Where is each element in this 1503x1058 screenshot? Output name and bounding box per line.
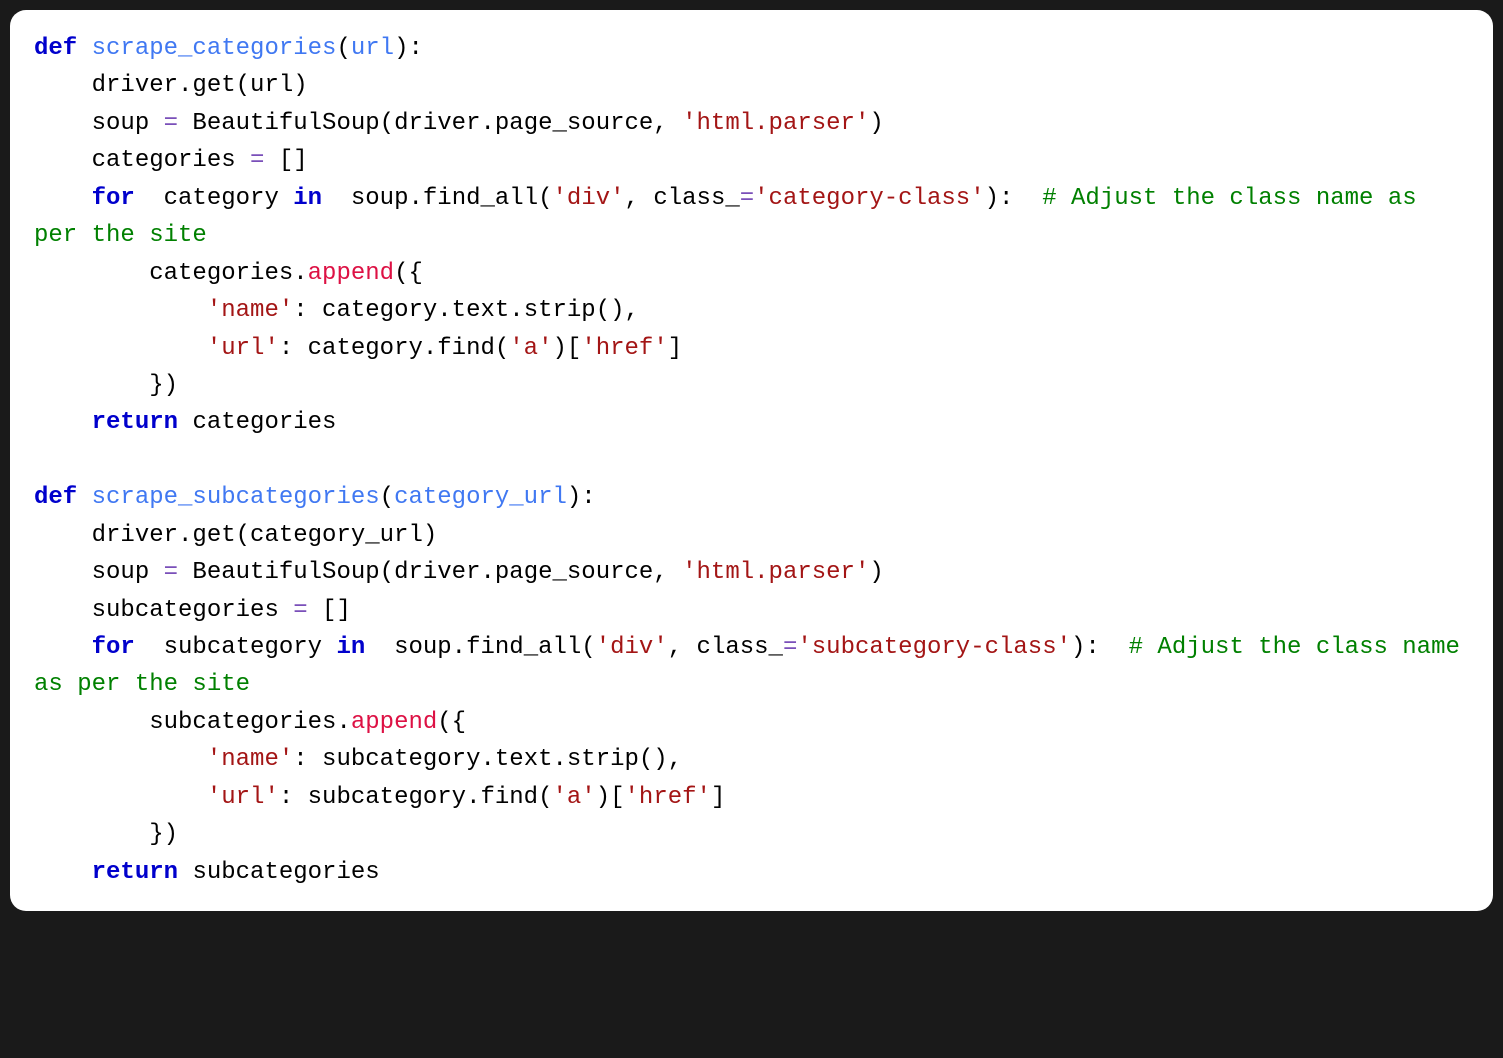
operator: =: [250, 147, 264, 174]
string: 'href': [625, 784, 711, 811]
code-text: category: [149, 185, 293, 212]
keyword-in: in: [293, 185, 336, 212]
code-text: soup.find_all(: [336, 185, 552, 212]
method-append: append: [351, 709, 437, 736]
code-text: ({: [437, 709, 466, 736]
string: 'html.parser': [682, 110, 869, 137]
string-key: 'name': [207, 746, 293, 773]
string-key: 'name': [207, 297, 293, 324]
indent: [34, 859, 92, 886]
function-name: scrape_subcategories: [92, 484, 380, 511]
code-text: ):: [985, 185, 1043, 212]
string: 'a': [509, 335, 552, 362]
keyword-return: return: [92, 409, 193, 436]
string: 'category-class': [754, 185, 984, 212]
indent: [34, 784, 207, 811]
indent: [34, 409, 92, 436]
code-text: BeautifulSoup(driver.page_source,: [178, 559, 682, 586]
code-text: ]: [711, 784, 725, 811]
code-text: : subcategory.text.strip(),: [293, 746, 682, 773]
operator: =: [740, 185, 754, 212]
keyword-in: in: [336, 634, 379, 661]
function-name: scrape_categories: [92, 35, 337, 62]
keyword-return: return: [92, 859, 193, 886]
code-text: BeautifulSoup(driver.page_source,: [178, 110, 682, 137]
keyword-for: for: [92, 185, 150, 212]
parameter: category_url: [394, 484, 567, 511]
code-text: []: [264, 147, 307, 174]
code-text: subcategories.: [34, 709, 351, 736]
code-text: ]: [668, 335, 682, 362]
code-text: , class_: [625, 185, 740, 212]
keyword-for: for: [92, 634, 150, 661]
code-text: )[: [596, 784, 625, 811]
code-text: , class_: [668, 634, 783, 661]
string: 'a': [553, 784, 596, 811]
keyword-def: def: [34, 484, 92, 511]
operator: =: [164, 110, 178, 137]
code-text: ):: [1071, 634, 1129, 661]
python-code: def scrape_categories(url): driver.get(u…: [34, 30, 1469, 891]
code-text: soup.find_all(: [380, 634, 596, 661]
code-text: subcategories: [34, 597, 293, 624]
code-text: : subcategory.find(: [279, 784, 553, 811]
paren-colon: ):: [394, 35, 423, 62]
indent: [34, 746, 207, 773]
code-text: subcategory: [149, 634, 336, 661]
paren: (: [380, 484, 394, 511]
code-text: categories.: [34, 260, 308, 287]
paren-colon: ):: [567, 484, 596, 511]
code-text: soup: [34, 559, 164, 586]
paren: ): [869, 110, 883, 137]
indent: [34, 185, 92, 212]
code-block: def scrape_categories(url): driver.get(u…: [10, 10, 1493, 911]
operator: =: [293, 597, 307, 624]
code-text: []: [308, 597, 351, 624]
code-text: )[: [553, 335, 582, 362]
paren: ): [869, 559, 883, 586]
code-text: }): [34, 821, 178, 848]
parameter: url: [351, 35, 394, 62]
code-text: : category.find(: [279, 335, 509, 362]
indent: [34, 297, 207, 324]
code-text: : category.text.strip(),: [293, 297, 639, 324]
code-text: }): [34, 372, 178, 399]
code-line: driver.get(category_url): [34, 522, 437, 549]
operator: =: [164, 559, 178, 586]
code-text: subcategories: [192, 859, 379, 886]
indent: [34, 634, 92, 661]
string: 'href': [581, 335, 667, 362]
keyword-def: def: [34, 35, 92, 62]
indent: [34, 335, 207, 362]
operator: =: [783, 634, 797, 661]
string: 'subcategory-class': [797, 634, 1071, 661]
method-append: append: [308, 260, 394, 287]
paren: (: [336, 35, 350, 62]
string: 'html.parser': [682, 559, 869, 586]
code-text: categories: [34, 147, 250, 174]
string: 'div': [553, 185, 625, 212]
string-key: 'url': [207, 335, 279, 362]
code-line: driver.get(url): [34, 72, 308, 99]
string: 'div': [596, 634, 668, 661]
string-key: 'url': [207, 784, 279, 811]
code-text: soup: [34, 110, 164, 137]
code-text: categories: [192, 409, 336, 436]
code-text: ({: [394, 260, 423, 287]
